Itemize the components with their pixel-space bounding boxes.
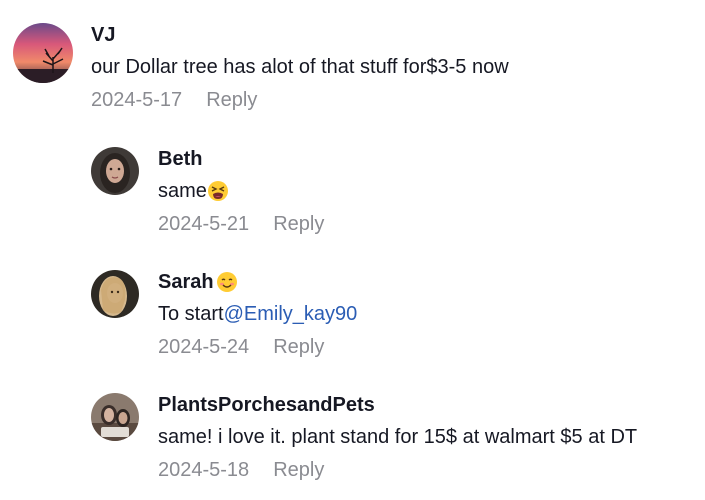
avatar[interactable] [13,23,73,83]
reply-comment: PlantsPorchesandPets same! i love it. pl… [91,393,637,482]
comment-meta: 2024-5-17 Reply [91,88,509,112]
reply-button[interactable]: Reply [273,212,324,236]
avatar-sunset-image [13,23,73,83]
comment-meta: 2024-5-24 Reply [158,335,357,359]
reply-button[interactable]: Reply [273,335,324,359]
comment-body: PlantsPorchesandPets same! i love it. pl… [158,393,637,482]
mention-link[interactable]: @Emily_kay90 [224,302,358,326]
comment-text: To start [158,303,224,325]
avatar[interactable] [91,147,139,195]
reply-button[interactable]: Reply [273,458,324,482]
comment-body: Beth same 2024-5-21 Reply [158,147,324,236]
comment-text-row: same [158,179,324,203]
comment-body: VJ our Dollar tree has alot of that stuf… [91,23,509,112]
comment-text: our Dollar tree has alot of that stuff f… [91,56,509,78]
reply-comment: Beth same 2024-5-21 Reply [91,147,324,236]
tired-face-emoji-icon [207,180,229,202]
avatar-photo-image [91,270,139,318]
reply-button[interactable]: Reply [206,88,257,112]
avatar-photo-image [91,393,139,441]
username[interactable]: Beth [158,147,324,171]
comment-meta: 2024-5-18 Reply [158,458,637,482]
username[interactable]: Sarah [158,270,214,294]
comment-date: 2024-5-17 [91,89,183,111]
avatar[interactable] [91,393,139,441]
reply-comment: Sarah To start @Emily_kay90 2024-5-24 Rep… [91,270,357,359]
avatar-photo-image [91,147,139,195]
comment-text: same [158,180,207,202]
comment-meta: 2024-5-21 Reply [158,212,324,236]
comment-date: 2024-5-24 [158,336,250,358]
smiling-face-emoji-icon [216,271,238,293]
comment: VJ our Dollar tree has alot of that stuf… [13,23,509,112]
username[interactable]: VJ [91,23,509,47]
comment-date: 2024-5-21 [158,213,250,235]
username-row: Sarah [158,270,357,294]
comment-date: 2024-5-18 [158,459,250,481]
comment-body: Sarah To start @Emily_kay90 2024-5-24 Rep… [158,270,357,359]
comment-text: same! i love it. plant stand for 15$ at … [158,426,638,448]
avatar[interactable] [91,270,139,318]
comment-text-row: To start @Emily_kay90 [158,302,357,326]
username[interactable]: PlantsPorchesandPets [158,393,637,417]
